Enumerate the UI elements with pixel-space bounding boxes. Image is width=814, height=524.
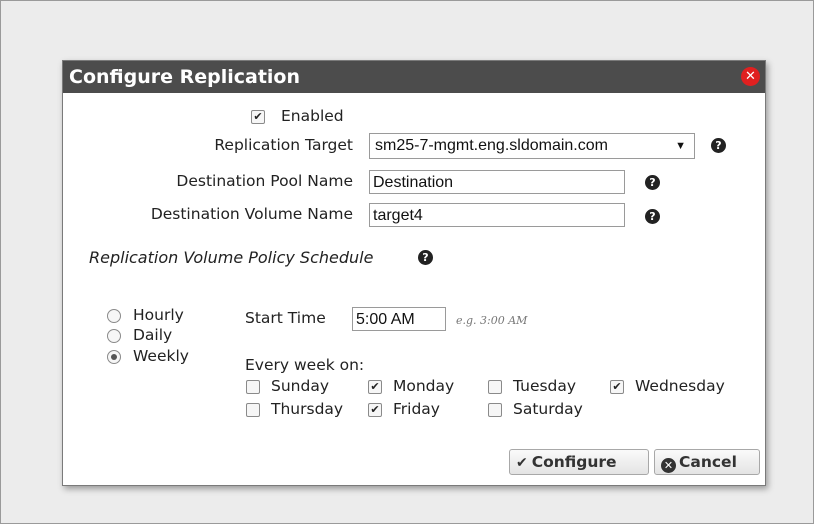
dialog-title: Configure Replication bbox=[69, 66, 301, 88]
daily-radio[interactable] bbox=[107, 329, 121, 343]
start-time-hint: e.g. 3:00 AM bbox=[456, 314, 528, 327]
enabled-checkbox[interactable]: ✔ bbox=[251, 110, 265, 124]
replication-target-select[interactable]: sm25-7-mgmt.eng.sldomain.com ▼ bbox=[369, 133, 695, 159]
every-week-label: Every week on: bbox=[245, 356, 365, 374]
wednesday-label: Wednesday bbox=[635, 377, 725, 395]
monday-label: Monday bbox=[393, 377, 455, 395]
cancel-button[interactable]: ✕ Cancel bbox=[654, 449, 760, 475]
hourly-label: Hourly bbox=[133, 306, 184, 324]
replication-target-label: Replication Target bbox=[214, 136, 353, 154]
saturday-label: Saturday bbox=[513, 400, 583, 418]
weekly-radio[interactable] bbox=[107, 350, 121, 364]
cancel-button-label: Cancel bbox=[679, 453, 737, 471]
destination-volume-input[interactable]: target4 bbox=[369, 203, 625, 227]
configure-button[interactable]: ✔ Configure bbox=[509, 449, 649, 475]
sunday-checkbox[interactable] bbox=[246, 380, 260, 394]
chevron-down-icon: ▼ bbox=[675, 140, 686, 152]
start-time-label: Start Time bbox=[245, 309, 326, 327]
destination-volume-help-icon[interactable]: ? bbox=[645, 209, 660, 224]
thursday-label: Thursday bbox=[271, 400, 344, 418]
friday-label: Friday bbox=[393, 400, 440, 418]
schedule-help-icon[interactable]: ? bbox=[418, 250, 433, 265]
tuesday-label: Tuesday bbox=[513, 377, 577, 395]
replication-target-value: sm25-7-mgmt.eng.sldomain.com bbox=[375, 137, 608, 154]
destination-pool-help-icon[interactable]: ? bbox=[645, 175, 660, 190]
dialog-title-bar[interactable]: Configure Replication ✕ bbox=[63, 61, 765, 93]
schedule-section-title: Replication Volume Policy Schedule bbox=[89, 248, 373, 267]
monday-checkbox[interactable]: ✔ bbox=[368, 380, 382, 394]
enabled-label: Enabled bbox=[281, 107, 344, 125]
wednesday-checkbox[interactable]: ✔ bbox=[610, 380, 624, 394]
saturday-checkbox[interactable] bbox=[488, 403, 502, 417]
replication-target-help-icon[interactable]: ? bbox=[711, 138, 726, 153]
friday-checkbox[interactable]: ✔ bbox=[368, 403, 382, 417]
destination-pool-input[interactable]: Destination bbox=[369, 170, 625, 194]
thursday-checkbox[interactable] bbox=[246, 403, 260, 417]
configure-button-label: Configure bbox=[531, 453, 617, 471]
checkmark-icon: ✔ bbox=[516, 455, 528, 471]
weekly-label: Weekly bbox=[133, 347, 189, 365]
schedule-title-text: Replication Volume Policy Schedule bbox=[89, 248, 374, 267]
close-icon[interactable]: ✕ bbox=[741, 67, 760, 86]
sunday-label: Sunday bbox=[271, 377, 329, 395]
destination-pool-label: Destination Pool Name bbox=[176, 172, 353, 190]
hourly-radio[interactable] bbox=[107, 309, 121, 323]
cancel-icon: ✕ bbox=[661, 458, 676, 473]
tuesday-checkbox[interactable] bbox=[488, 380, 502, 394]
start-time-input[interactable]: 5:00 AM bbox=[352, 307, 446, 331]
daily-label: Daily bbox=[133, 326, 173, 344]
configure-replication-dialog: Configure Replication ✕ ✔ Enabled Replic… bbox=[62, 60, 766, 486]
destination-volume-label: Destination Volume Name bbox=[150, 205, 353, 223]
